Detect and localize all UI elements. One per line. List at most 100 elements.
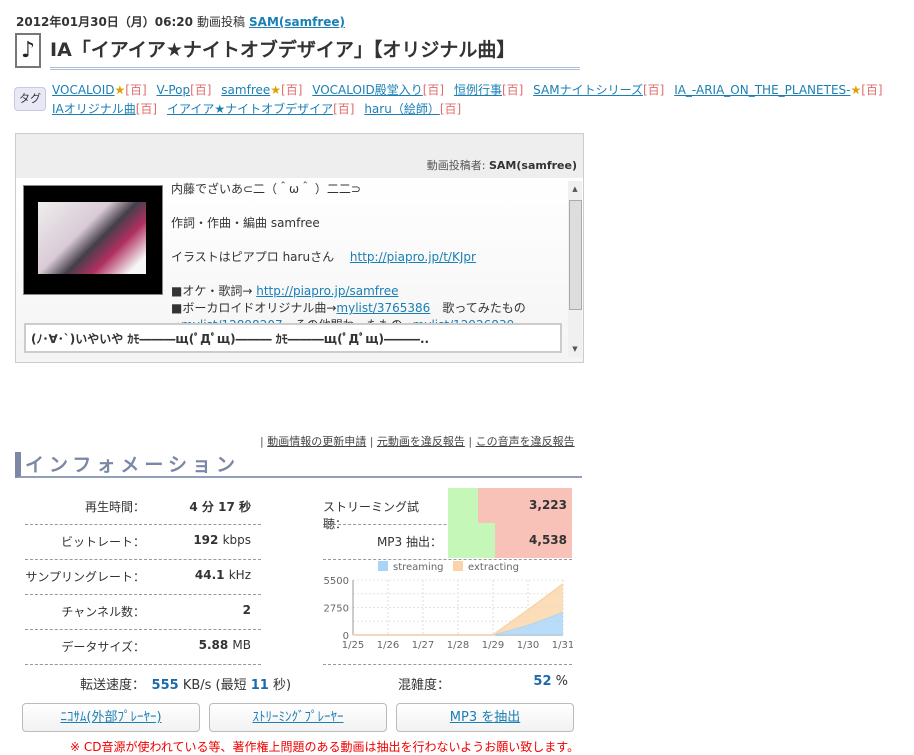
tag-item: イアイア★ナイトオブデザイア[百] (167, 102, 358, 116)
speed-end: 秒) (273, 678, 292, 693)
tag-item: 恒例行事[百] (454, 83, 526, 97)
tag-item: SAMナイトシリーズ[百] (533, 83, 667, 97)
divider (25, 628, 261, 665)
tag-link[interactable]: IA_-ARIA_ON_THE_PLANETES- (674, 83, 850, 97)
copyright-warning: ※ CD音源が使われている等、著作権上問題のある動画は抽出を行わないようお願い致… (70, 740, 580, 754)
tag-link[interactable]: haru（絵師） (364, 102, 440, 116)
tag-link[interactable]: VOCALOID殿堂入り (312, 83, 423, 97)
speed-seconds: 11 (250, 678, 269, 693)
speed-value: 555 (151, 678, 179, 693)
legend-swatch-extracting (453, 561, 463, 571)
video-thumbnail[interactable] (23, 185, 163, 295)
tag-item: samfree★[百] (221, 83, 305, 97)
x-tick-label: 1/26 (377, 640, 399, 651)
tag-link[interactable]: samfree (221, 83, 270, 97)
count-label: MP3 抽出： (376, 535, 442, 549)
dictionary-icon[interactable]: [百] (136, 102, 157, 116)
description-text: 内藤でざいあ⊂二（＾ω＾ ）二二⊃ 作詞・作曲・編曲 samfree イラストは… (171, 181, 566, 326)
piapro-link[interactable]: http://piapro.jp/samfree (256, 284, 398, 298)
mylist-link[interactable]: mylist/3765386 (336, 301, 430, 315)
count-bar: 3,223 (448, 488, 572, 523)
dictionary-icon[interactable]: [百] (502, 83, 523, 97)
action-text: 動画投稿 (197, 15, 246, 29)
post-date: 2012年01月30日（月）06:20 動画投稿 SAM(samfree) (16, 13, 345, 30)
tag-link[interactable]: イアイア★ナイトオブデザイア (167, 102, 333, 116)
scroll-thumb[interactable] (569, 200, 582, 310)
dictionary-icon[interactable]: [百] (333, 102, 354, 116)
comment-line: (ﾉ･∀･`)いやいや ｶﾓ―――щ(ﾟДﾟщ)――― ｶﾓ―――щ(ﾟДﾟщ)… (24, 323, 562, 353)
tag-item: VOCALOID★[百] (52, 83, 150, 97)
nicosam-player-link[interactable]: ﾆｺｻﾑ(外部ﾌﾟﾚｰﾔｰ) (60, 710, 161, 725)
streaming-player-button[interactable]: ｽﾄﾘｰﾐﾝｸﾞﾌﾟﾚｰﾔｰ (209, 703, 387, 732)
extract-mp3-button[interactable]: MP3 を抽出 (396, 703, 574, 732)
transfer-speed: 転送速度： 555 KB/s (最短 11 秒) (80, 674, 291, 693)
scroll-up-icon[interactable]: ▲ (568, 185, 582, 193)
y-tick-label: 0 (343, 631, 349, 642)
crowd-label: 混雑度： (398, 678, 451, 693)
value-unit: kbps (222, 533, 251, 547)
report-audio-link[interactable]: この音声を違反報告 (476, 435, 575, 448)
dictionary-icon[interactable]: [百] (643, 83, 664, 97)
desc-line: 歌ってみたもの (430, 301, 526, 315)
info-label: サンプリングレート： (25, 570, 145, 584)
x-tick-label: 1/28 (447, 640, 469, 651)
desc-line: 作詞・作曲・編曲 samfree (171, 216, 320, 230)
value-number: 192 (193, 533, 219, 547)
dictionary-icon[interactable]: [百] (861, 83, 882, 97)
update-request-link[interactable]: 動画情報の更新申請 (267, 435, 366, 448)
desc-line: ■ボーカロイドオリジナル曲→ (171, 301, 337, 315)
legend-swatch-streaming (378, 561, 388, 571)
info-value: 44.1 kHz (195, 568, 251, 582)
tag-item: VOCALOID殿堂入り[百] (312, 83, 447, 97)
star-icon: ★ (114, 83, 126, 97)
info-row: ビットレート： 192 kbps (25, 523, 261, 560)
crowd-value: 52 (533, 674, 552, 689)
y-tick-label: 5500 (324, 576, 349, 587)
crowd-level: 混雑度： 52 % (398, 674, 568, 693)
info-row: チャンネル数： 2 (25, 593, 261, 630)
description-box: 動画投稿者: SAM(samfree) 内藤でざいあ⊂二（＾ω＾ ）二二⊃ 作詞… (15, 133, 584, 363)
count-bar-fill (448, 488, 478, 523)
crowd-unit: % (555, 674, 568, 689)
count-value: 4,538 (529, 533, 567, 547)
dictionary-icon[interactable]: [百] (440, 102, 461, 116)
count-value: 3,223 (529, 498, 567, 512)
tag-link[interactable]: V-Pop (156, 83, 190, 97)
scroll-down-icon[interactable]: ▼ (568, 345, 582, 353)
value-unit: kHz (228, 568, 251, 582)
value-number: 4 分 17 秒 (189, 500, 251, 514)
user-link[interactable]: SAM(samfree) (249, 15, 345, 29)
tag-link[interactable]: 恒例行事 (454, 83, 502, 97)
legend-label-streaming: streaming (393, 562, 444, 573)
streaming-player-link[interactable]: ｽﾄﾘｰﾐﾝｸﾞﾌﾟﾚｰﾔｰ (253, 710, 344, 725)
page-title: IA「イアイア★ナイトオブデザイア」【オリジナル曲】 (50, 35, 580, 70)
piapro-illust-link[interactable]: http://piapro.jp/t/KJpr (350, 250, 476, 264)
nicosam-player-button[interactable]: ﾆｺｻﾑ(外部ﾌﾟﾚｰﾔｰ) (22, 703, 200, 732)
tag-link[interactable]: SAMナイトシリーズ (533, 83, 643, 97)
extract-mp3-link[interactable]: MP3 を抽出 (450, 710, 520, 725)
dictionary-icon[interactable]: [百] (125, 83, 146, 97)
dictionary-icon[interactable]: [百] (423, 83, 444, 97)
x-tick-label: 1/30 (517, 640, 539, 651)
info-value: 2 (243, 603, 251, 617)
info-row: サンプリングレート： 44.1 kHz (25, 558, 261, 595)
legend-label-extracting: extracting (468, 562, 519, 573)
description-scrollbar[interactable]: ▲ ▼ (568, 181, 582, 357)
x-tick-label: 1/27 (412, 640, 434, 651)
dictionary-icon[interactable]: [百] (190, 83, 211, 97)
poster-label: 動画投稿者: (426, 159, 486, 172)
thumbnail-image (38, 202, 146, 274)
tag-link[interactable]: VOCALOID (52, 83, 115, 97)
desc-line: イラストはピアプロ haruさん (171, 250, 335, 264)
x-tick-label: 1/29 (482, 640, 504, 651)
x-tick-label: 1/31 (552, 640, 573, 651)
report-video-link[interactable]: 元動画を違反報告 (377, 435, 465, 448)
info-row: 再生時間： 4 分 17 秒 (25, 488, 261, 525)
tag-link[interactable]: IAオリジナル曲 (52, 102, 136, 116)
desc-line: ■オケ・歌詞→ (171, 284, 257, 298)
tag-list: VOCALOID★[百] V-Pop[百] samfree★[百] VOCALO… (52, 81, 912, 119)
dictionary-icon[interactable]: [百] (281, 83, 302, 97)
y-tick-label: 2750 (324, 604, 349, 615)
star-icon: ★ (270, 83, 282, 97)
info-value: 192 kbps (193, 533, 251, 547)
